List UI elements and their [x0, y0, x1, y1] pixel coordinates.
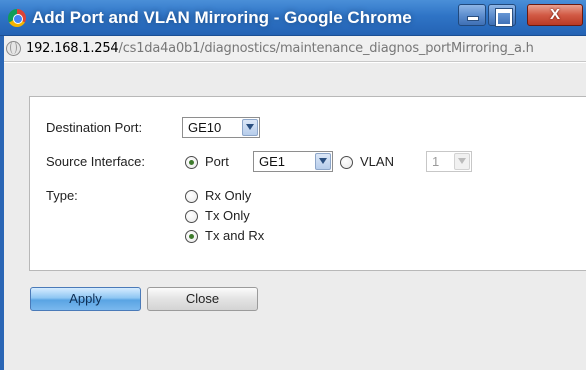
- type-tx-and-rx-radio[interactable]: [185, 230, 198, 243]
- destination-port-value: GE10: [188, 120, 222, 135]
- url-host: 192.168.1.254: [26, 41, 119, 56]
- type-rx-only-radio[interactable]: [185, 190, 198, 203]
- apply-button[interactable]: Apply: [30, 287, 141, 311]
- destination-port-select[interactable]: GE10: [182, 117, 260, 138]
- type-tx-and-rx-label: Tx and Rx: [205, 228, 265, 243]
- window-title-bar[interactable]: Add Port and VLAN Mirroring - Google Chr…: [0, 0, 586, 36]
- type-label: Type:: [46, 188, 78, 203]
- source-port-label: Port: [205, 154, 229, 169]
- source-interface-label: Source Interface:: [46, 154, 145, 169]
- maximize-button[interactable]: [488, 4, 516, 26]
- type-tx-only-label: Tx Only: [205, 208, 250, 223]
- source-vlan-radio[interactable]: [340, 156, 353, 169]
- dialog-content: Destination Port: GE10 Source Interface:…: [0, 63, 586, 370]
- chevron-down-icon: [454, 153, 470, 170]
- chevron-down-icon: [242, 119, 258, 136]
- chrome-logo-icon: [8, 9, 26, 27]
- chevron-down-icon: [315, 153, 331, 170]
- window-title: Add Port and VLAN Mirroring - Google Chr…: [32, 8, 412, 27]
- mirroring-form-panel: Destination Port: GE10 Source Interface:…: [29, 96, 586, 271]
- close-icon: X: [549, 6, 560, 23]
- source-port-radio[interactable]: [185, 156, 198, 169]
- url-path: /cs1da4a0b1/diagnostics/maintenance_diag…: [118, 41, 534, 56]
- source-vlan-label: VLAN: [360, 154, 394, 169]
- window-left-border: [0, 36, 4, 370]
- type-tx-only-radio[interactable]: [185, 210, 198, 223]
- close-button[interactable]: Close: [147, 287, 258, 311]
- source-port-select[interactable]: GE1: [253, 151, 333, 172]
- url-text[interactable]: 192.168.1.254/cs1da4a0b1/diagnostics/mai…: [26, 41, 534, 56]
- source-vlan-select: 1: [426, 151, 472, 172]
- type-rx-only-label: Rx Only: [205, 188, 252, 203]
- address-bar[interactable]: 192.168.1.254/cs1da4a0b1/diagnostics/mai…: [0, 36, 586, 62]
- globe-icon: [6, 41, 21, 56]
- source-vlan-value: 1: [432, 154, 440, 169]
- source-port-value: GE1: [259, 154, 286, 169]
- destination-port-label: Destination Port:: [46, 120, 143, 135]
- close-window-button[interactable]: X: [527, 4, 583, 26]
- minimize-button[interactable]: [458, 4, 486, 26]
